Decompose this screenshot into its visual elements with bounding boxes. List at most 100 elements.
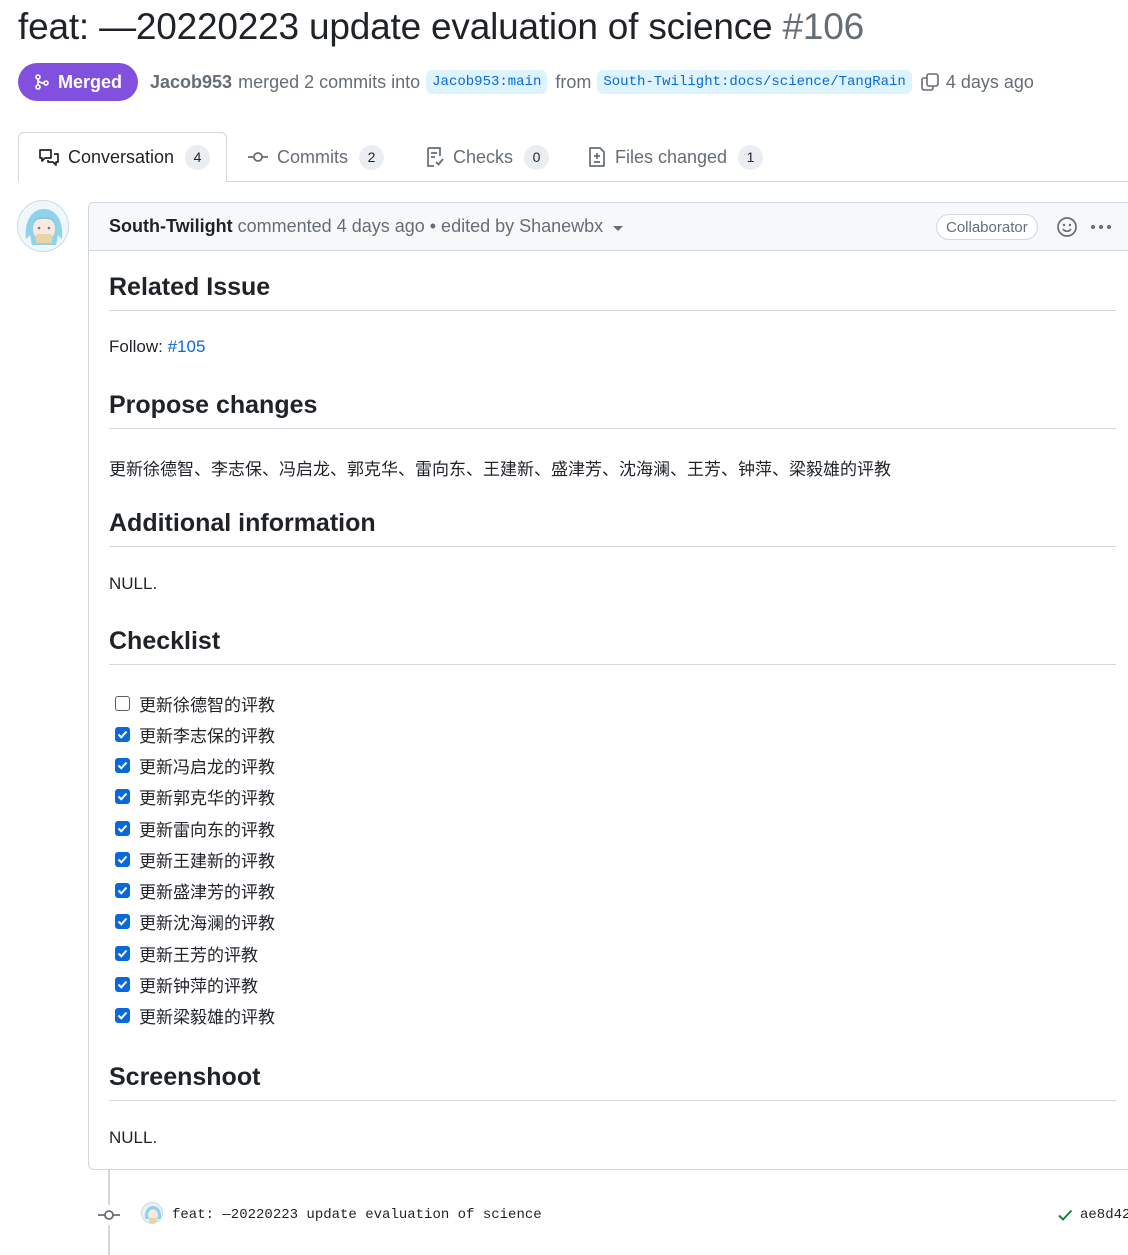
issue-link[interactable]: #105 bbox=[168, 337, 206, 356]
more-options-icon[interactable] bbox=[1089, 216, 1113, 238]
heading-checklist: Checklist bbox=[109, 627, 1116, 665]
commit-sha-link[interactable]: ae8d42 bbox=[1080, 1207, 1128, 1223]
checkbox-checked[interactable] bbox=[115, 882, 130, 898]
tab-checks-count: 0 bbox=[524, 144, 550, 170]
checkmark-icon bbox=[117, 886, 128, 895]
tab-conversation[interactable]: Conversation 4 bbox=[18, 132, 227, 182]
comment-discussion-icon bbox=[39, 149, 59, 166]
anime-avatar-image bbox=[144, 1206, 162, 1223]
pr-description-comment: South-Twilight commented 4 days ago • ed… bbox=[88, 202, 1128, 1170]
checklist-item: 更新钟萍的评教 bbox=[115, 972, 258, 997]
checkmark-icon bbox=[117, 917, 128, 926]
commit-timeline-item: feat: —20220223 update evaluation of sci… bbox=[96, 1198, 1128, 1232]
commit-message-link[interactable]: feat: —20220223 update evaluation of sci… bbox=[172, 1207, 542, 1223]
checkmark-icon bbox=[117, 855, 128, 864]
add-reaction-icon[interactable] bbox=[1056, 216, 1078, 238]
tab-commits-count: 2 bbox=[359, 144, 384, 170]
checklist-item: 更新雷向东的评教 bbox=[115, 816, 275, 841]
checklist-item: 更新李志保的评教 bbox=[115, 722, 275, 747]
checklist-item-label: 更新盛津芳的评教 bbox=[139, 882, 275, 903]
checklist-item-label: 更新冯启龙的评教 bbox=[139, 757, 275, 778]
follow-label: Follow: bbox=[109, 337, 163, 356]
pr-title-text: feat: —20220223 update evaluation of sci… bbox=[18, 6, 773, 47]
heading-screenshoot: Screenshoot bbox=[109, 1063, 1116, 1101]
tab-conversation-label: Conversation bbox=[68, 146, 175, 167]
edit-history-dropdown-icon[interactable] bbox=[613, 226, 624, 231]
checkbox-checked[interactable] bbox=[115, 757, 130, 773]
git-commit-icon bbox=[248, 152, 268, 162]
tab-files-changed[interactable]: Files changed 1 bbox=[587, 132, 764, 182]
checkmark-icon bbox=[117, 824, 128, 833]
check-success-icon[interactable] bbox=[1056, 1206, 1074, 1224]
checklist-item: 更新盛津芳的评教 bbox=[115, 878, 275, 903]
comment-header: South-Twilight commented 4 days ago • ed… bbox=[89, 203, 1128, 251]
checklist-item: 更新梁毅雄的评教 bbox=[115, 1003, 275, 1028]
checkbox-checked[interactable] bbox=[115, 913, 130, 929]
checkbox-checked[interactable] bbox=[115, 726, 130, 742]
base-branch[interactable]: Jacob953:main bbox=[426, 70, 548, 94]
additional-information-text: NULL. bbox=[109, 574, 158, 593]
commit-author-avatar[interactable] bbox=[141, 1202, 163, 1224]
checkbox-checked[interactable] bbox=[115, 788, 130, 804]
checkbox-unchecked[interactable] bbox=[115, 695, 130, 711]
checklist-item-label: 更新郭克华的评教 bbox=[139, 788, 275, 809]
merged-state-badge: Merged bbox=[18, 63, 139, 101]
git-merge-icon bbox=[35, 74, 49, 90]
tab-checks[interactable]: Checks 0 bbox=[425, 132, 550, 182]
heading-additional-information: Additional information bbox=[109, 509, 1116, 547]
checkmark-icon bbox=[117, 761, 128, 770]
pr-number: #106 bbox=[782, 6, 864, 47]
checklist-item: 更新沈海澜的评教 bbox=[115, 909, 275, 934]
heading-propose-changes: Propose changes bbox=[109, 391, 1116, 429]
pr-title: feat: —20220223 update evaluation of sci… bbox=[18, 6, 864, 48]
tab-files-changed-label: Files changed bbox=[615, 146, 728, 167]
checklist-item: 更新王芳的评教 bbox=[115, 941, 258, 966]
checkmark-icon bbox=[117, 730, 128, 739]
git-commit-icon bbox=[96, 1205, 122, 1225]
pr-author-link[interactable]: Jacob953 bbox=[150, 72, 232, 93]
checklist-item: 更新冯启龙的评教 bbox=[115, 753, 275, 778]
pr-summary-text: merged 2 commits into bbox=[238, 71, 421, 92]
checkbox-checked[interactable] bbox=[115, 820, 130, 836]
heading-related-issue: Related Issue bbox=[109, 273, 1116, 311]
tab-commits[interactable]: Commits 2 bbox=[247, 132, 384, 182]
checklist-item-label: 更新王建新的评教 bbox=[139, 851, 275, 872]
checkmark-icon bbox=[117, 1011, 128, 1020]
checklist-item-label: 更新梁毅雄的评教 bbox=[139, 1007, 275, 1028]
checklist-item: 更新王建新的评教 bbox=[115, 847, 275, 872]
author-avatar[interactable] bbox=[17, 200, 69, 252]
copy-branch-button[interactable] bbox=[920, 72, 940, 92]
propose-changes-text: 更新徐德智、李志保、冯启龙、郭克华、雷向东、王建新、盛津芳、沈海澜、王芳、钟萍、… bbox=[109, 460, 891, 480]
checklist-item-label: 更新李志保的评教 bbox=[139, 726, 275, 747]
pr-meta: Merged Jacob953 merged 2 commits into Ja… bbox=[18, 63, 1034, 101]
checklist-item: 更新徐德智的评教 bbox=[115, 691, 275, 716]
checklist-item-label: 更新沈海澜的评教 bbox=[139, 913, 275, 934]
comment-author-link[interactable]: South-Twilight bbox=[109, 216, 233, 237]
tab-files-changed-count: 1 bbox=[738, 144, 764, 170]
checklist-item-label: 更新雷向东的评教 bbox=[139, 820, 275, 841]
checkbox-checked[interactable] bbox=[115, 945, 130, 961]
checklist-item-label: 更新徐德智的评教 bbox=[139, 695, 275, 716]
checklist-icon bbox=[427, 147, 444, 167]
merged-state-label: Merged bbox=[58, 71, 123, 92]
anime-avatar-image bbox=[18, 201, 68, 251]
screenshoot-text: NULL. bbox=[109, 1128, 158, 1147]
pr-tabs: Conversation 4 Commits 2 Checks 0 Files … bbox=[0, 132, 1128, 182]
checkbox-checked[interactable] bbox=[115, 976, 130, 992]
checklist-item-label: 更新王芳的评教 bbox=[139, 945, 258, 966]
file-diff-icon bbox=[589, 147, 605, 167]
checkbox-checked[interactable] bbox=[115, 1007, 130, 1023]
tab-commits-label: Commits bbox=[277, 146, 348, 167]
collaborator-badge: Collaborator bbox=[936, 214, 1038, 240]
checklist-item: 更新郭克华的评教 bbox=[115, 784, 275, 809]
checkbox-checked[interactable] bbox=[115, 851, 130, 867]
copy-icon bbox=[921, 73, 939, 91]
checkmark-icon bbox=[117, 792, 128, 801]
checklist-item-label: 更新钟萍的评教 bbox=[139, 976, 258, 997]
tab-checks-label: Checks bbox=[453, 146, 514, 167]
head-branch[interactable]: South-Twilight:docs/science/TangRain bbox=[597, 70, 912, 94]
checkmark-icon bbox=[117, 980, 128, 989]
pr-time: 4 days ago bbox=[945, 71, 1034, 92]
from-text: from bbox=[555, 71, 592, 92]
comment-meta[interactable]: commented 4 days ago • edited by Shanewb… bbox=[238, 216, 604, 237]
